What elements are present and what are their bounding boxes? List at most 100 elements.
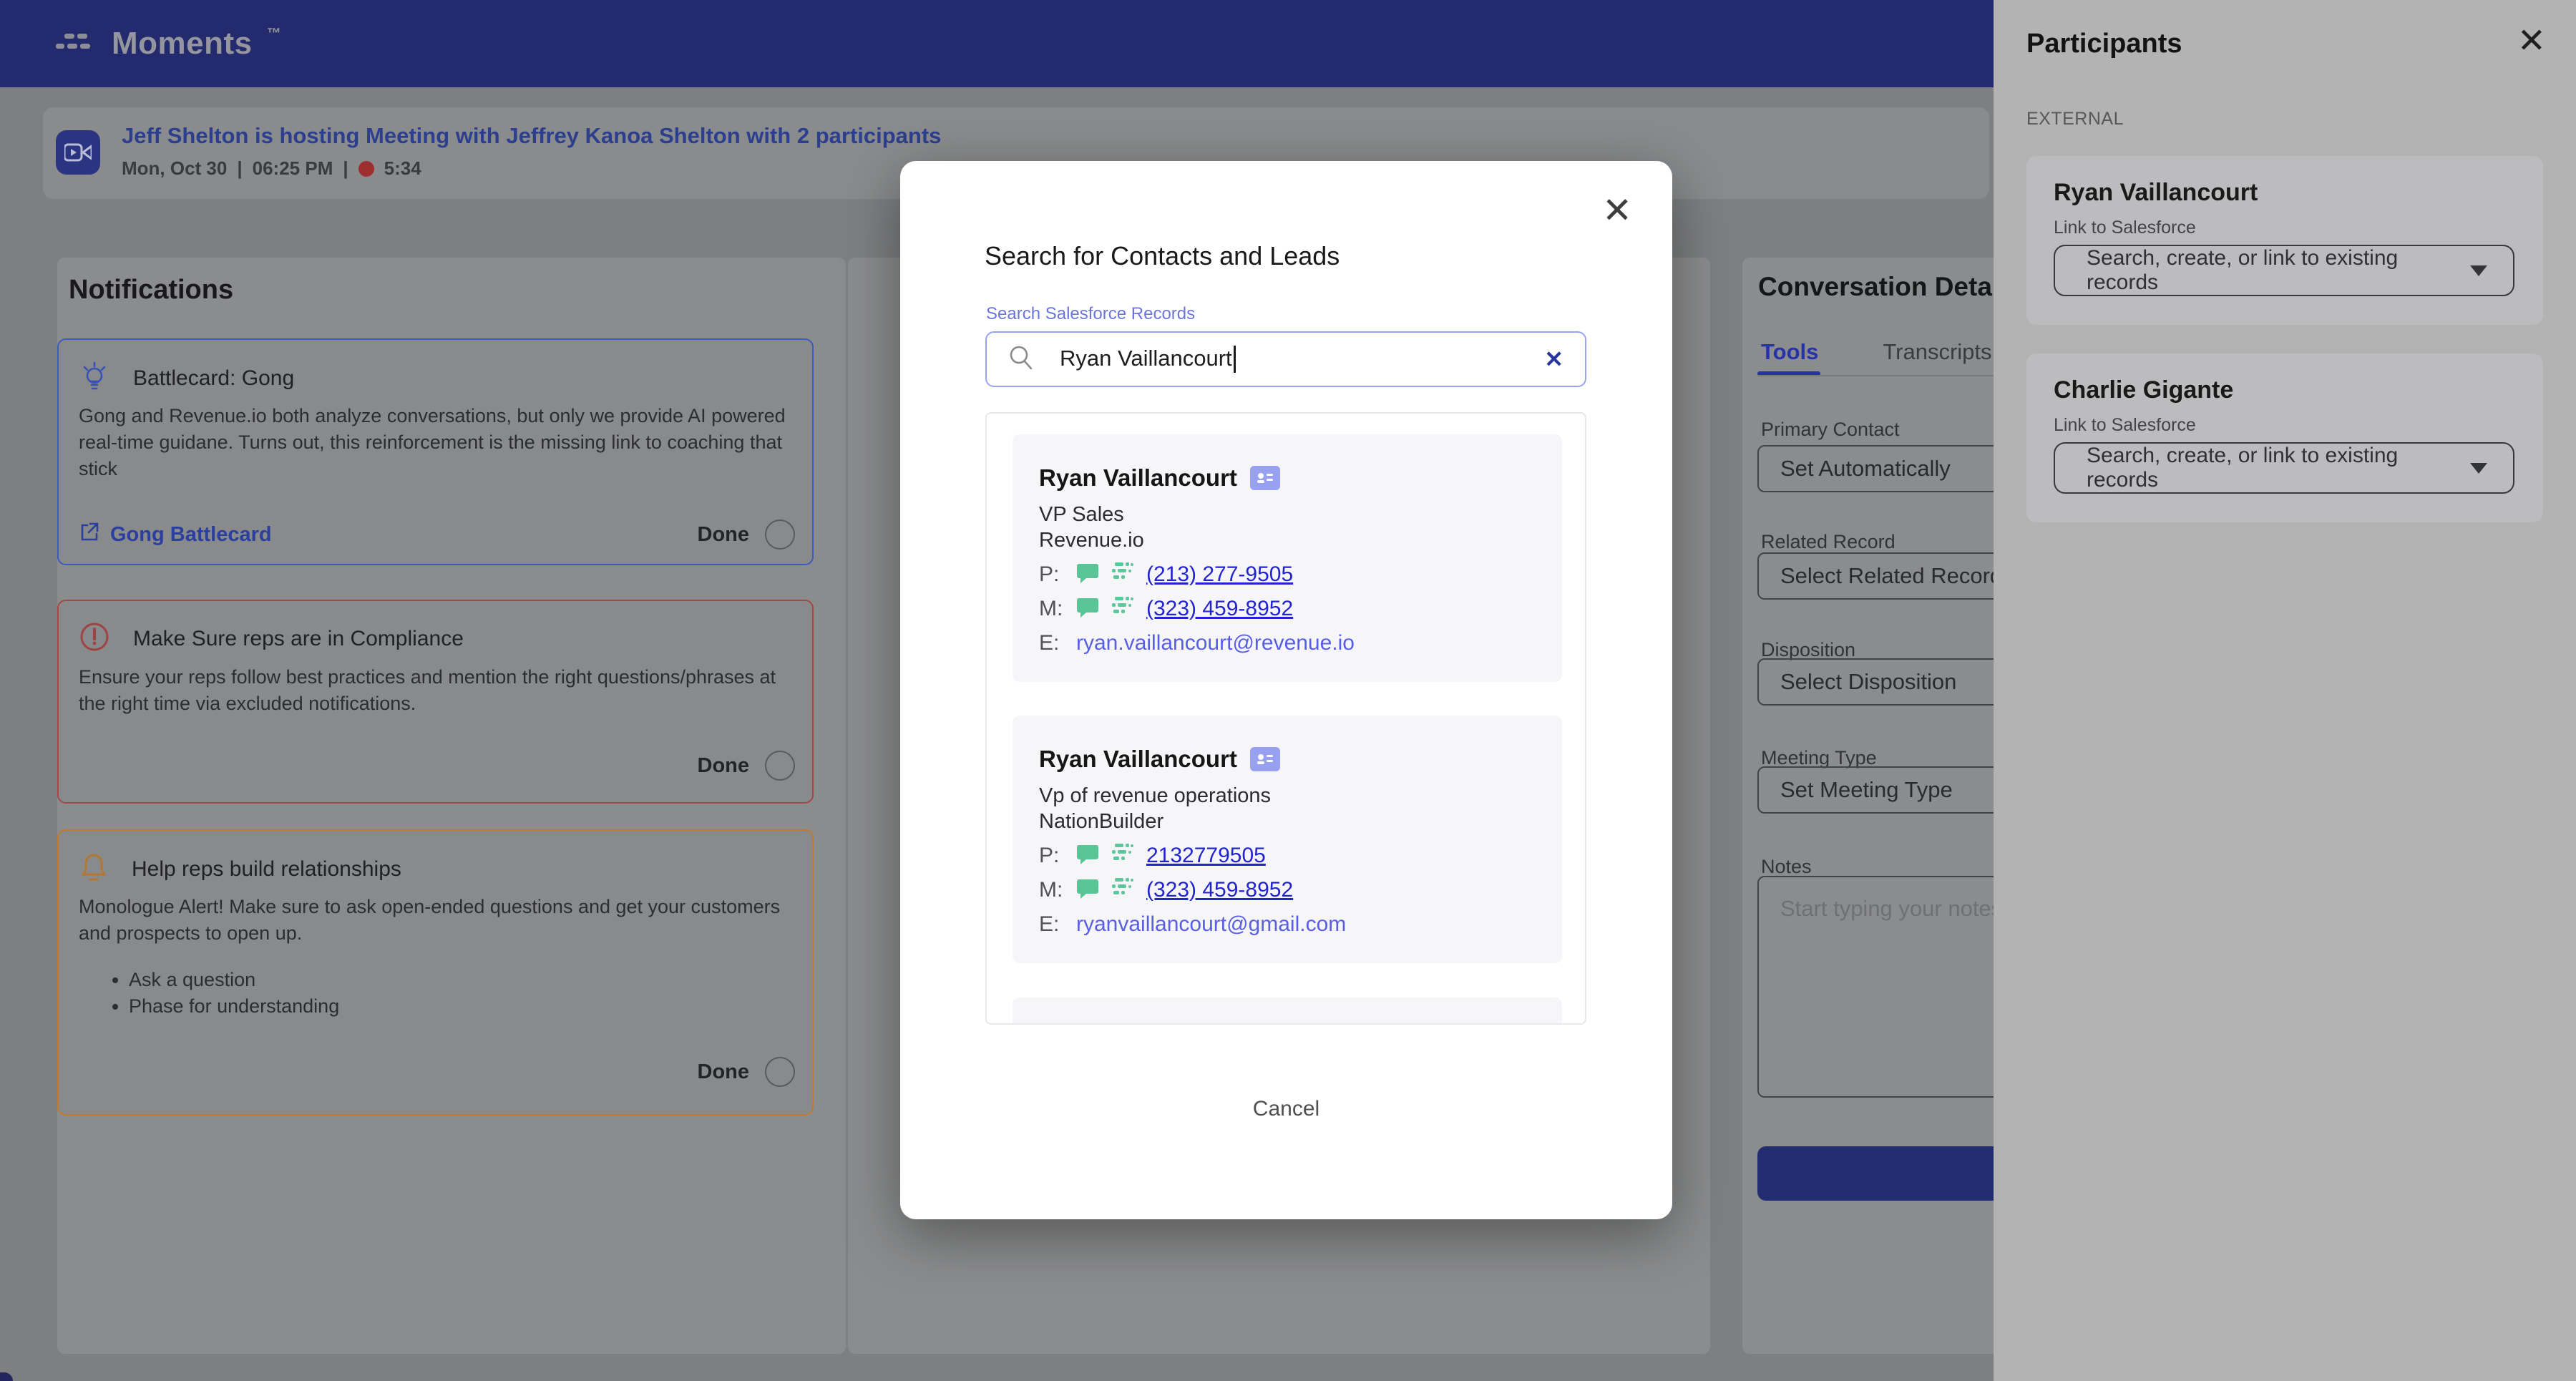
link-record-dropdown[interactable]: Search, create, or link to existing reco…	[2054, 245, 2514, 296]
meeting-title-link[interactable]: Jeff Shelton is hosting Meeting with Jef…	[122, 123, 941, 149]
gong-battlecard-link[interactable]: Gong Battlecard	[79, 521, 272, 548]
clear-icon: ✕	[1544, 346, 1563, 372]
done-toggle[interactable]	[765, 751, 795, 781]
lightbulb-icon	[79, 360, 110, 396]
chevron-down-icon	[2470, 265, 2487, 276]
contact-name: Ryan Vaillancourt	[1039, 746, 1237, 773]
dialpad-icon[interactable]	[1111, 562, 1135, 587]
sms-icon[interactable]	[1076, 562, 1099, 587]
contact-result-card[interactable]: Ryan Vaillancourt VP Sales Revenue.io P:	[1013, 434, 1562, 682]
participant-card: Charlie Gigante Link to Salesforce Searc…	[2026, 353, 2543, 522]
link-record-dropdown[interactable]: Search, create, or link to existing reco…	[2054, 442, 2514, 494]
external-link-icon	[79, 521, 100, 548]
bell-icon	[79, 851, 109, 887]
tab-transcripts[interactable]: Transcripts	[1883, 339, 1991, 365]
contact-company: Revenue.io	[1039, 527, 1144, 553]
bullet-item: Phase for understanding	[129, 993, 794, 1020]
external-section-label: EXTERNAL	[2026, 109, 2124, 130]
link-to-salesforce-label: Link to Salesforce	[2054, 218, 2196, 238]
meeting-subtitle: Mon, Oct 30 | 06:25 PM | 5:34	[122, 157, 421, 180]
separator: |	[237, 157, 242, 180]
done-toggle[interactable]	[765, 1057, 795, 1087]
moments-logo-icon	[56, 28, 97, 60]
done-label: Done	[698, 754, 750, 778]
phone-link[interactable]: (213) 277-9505	[1146, 562, 1293, 587]
modal-title: Search for Contacts and Leads	[985, 241, 1340, 271]
mobile-label: M:	[1039, 878, 1065, 902]
search-value: Ryan Vaillancourt	[1060, 346, 1544, 374]
text-cursor	[1234, 346, 1236, 373]
notification-body: Gong and Revenue.io both analyze convers…	[79, 403, 794, 482]
done-label: Done	[698, 1060, 750, 1084]
bullet-item: Ask a question	[129, 967, 794, 993]
notification-title: Make Sure reps are in Compliance	[133, 627, 464, 651]
notes-label: Notes	[1761, 856, 1812, 878]
sms-icon[interactable]	[1076, 597, 1099, 622]
email-label: E:	[1039, 912, 1065, 937]
mobile-link[interactable]: (323) 459-8952	[1146, 597, 1293, 621]
contact-role: VP Sales	[1039, 502, 1144, 527]
mobile-label: M:	[1039, 597, 1065, 621]
dialpad-icon[interactable]	[1111, 844, 1135, 869]
email-link[interactable]: ryan.vaillancourt@revenue.io	[1076, 631, 1355, 655]
sms-icon[interactable]	[1076, 878, 1099, 903]
conversation-details-title: Conversation Details	[1758, 272, 2021, 302]
notification-title: Battlecard: Gong	[133, 366, 294, 391]
notification-card-relationships: Help reps build relationships Monologue …	[57, 829, 814, 1116]
meeting-duration: 5:34	[384, 157, 421, 180]
link-to-salesforce-label: Link to Salesforce	[2054, 415, 2196, 436]
notification-body: Ensure your reps follow best practices a…	[79, 664, 794, 717]
cancel-button[interactable]: Cancel	[900, 1097, 1672, 1121]
participant-name: Ryan Vaillancourt	[2054, 179, 2258, 207]
notifications-panel: Notifications Battlecard: Gong Gong and …	[57, 258, 846, 1354]
tab-tools[interactable]: Tools	[1761, 339, 1818, 365]
contact-role: Vp of revenue operations	[1039, 783, 1271, 809]
related-record-value: Select Related Record	[1780, 563, 2002, 589]
chevron-down-icon	[2470, 463, 2487, 474]
done-label: Done	[698, 523, 750, 547]
notes-placeholder: Start typing your notes h	[1780, 896, 2021, 921]
video-camera-icon	[56, 130, 100, 175]
related-record-label: Related Record	[1761, 531, 1896, 553]
contact-result-card-partial[interactable]	[1013, 997, 1562, 1025]
mobile-link[interactable]: (323) 459-8952	[1146, 878, 1293, 902]
search-results-list: Ryan Vaillancourt VP Sales Revenue.io P:	[985, 412, 1586, 1025]
alert-icon	[79, 621, 110, 656]
modal-close-button[interactable]: ✕	[1602, 192, 1632, 228]
phone-label: P:	[1039, 562, 1065, 587]
notification-body-text: Monologue Alert! Make sure to ask open-e…	[79, 896, 780, 944]
separator: |	[343, 157, 348, 180]
search-icon	[1007, 343, 1035, 376]
dialpad-icon[interactable]	[1111, 597, 1135, 622]
contact-role-company: VP Sales Revenue.io	[1039, 502, 1144, 553]
clear-search-button[interactable]: ✕	[1544, 346, 1563, 373]
participants-title: Participants	[2026, 29, 2182, 59]
done-toggle[interactable]	[765, 519, 795, 550]
search-contacts-modal: ✕ Search for Contacts and Leads Search S…	[900, 161, 1672, 1219]
participant-name: Charlie Gigante	[2054, 376, 2233, 404]
notification-body: Monologue Alert! Make sure to ask open-e…	[79, 894, 794, 1020]
meeting-time: 06:25 PM	[253, 157, 333, 180]
moments-logo[interactable]: Moments ™	[56, 0, 281, 87]
dropdown-placeholder: Search, create, or link to existing reco…	[2087, 246, 2470, 295]
close-icon: ✕	[1602, 190, 1632, 230]
email-label: E:	[1039, 631, 1065, 655]
link-label: Gong Battlecard	[110, 523, 272, 547]
contact-result-card[interactable]: Ryan Vaillancourt Vp of revenue operatio…	[1013, 716, 1562, 963]
contact-role-company: Vp of revenue operations NationBuilder	[1039, 783, 1271, 834]
email-link[interactable]: ryanvaillancourt@gmail.com	[1076, 912, 1346, 937]
dropdown-placeholder: Search, create, or link to existing reco…	[2087, 444, 2470, 492]
search-input[interactable]: Ryan Vaillancourt ✕	[985, 331, 1586, 387]
drawer-close-button[interactable]: ✕	[2517, 24, 2546, 59]
notification-card-battlecard: Battlecard: Gong Gong and Revenue.io bot…	[57, 338, 814, 565]
contact-name: Ryan Vaillancourt	[1039, 464, 1237, 492]
notification-card-compliance: Make Sure reps are in Compliance Ensure …	[57, 600, 814, 804]
contact-badge-icon	[1250, 747, 1280, 771]
notification-title: Help reps build relationships	[132, 857, 401, 882]
dialpad-icon[interactable]	[1111, 878, 1135, 903]
phone-link[interactable]: 2132779505	[1146, 844, 1266, 868]
sms-icon[interactable]	[1076, 844, 1099, 869]
notification-bullets: Ask a question Phase for understanding	[79, 967, 794, 1020]
notifications-title: Notifications	[69, 275, 233, 306]
primary-contact-value: Set Automatically	[1780, 456, 1951, 482]
